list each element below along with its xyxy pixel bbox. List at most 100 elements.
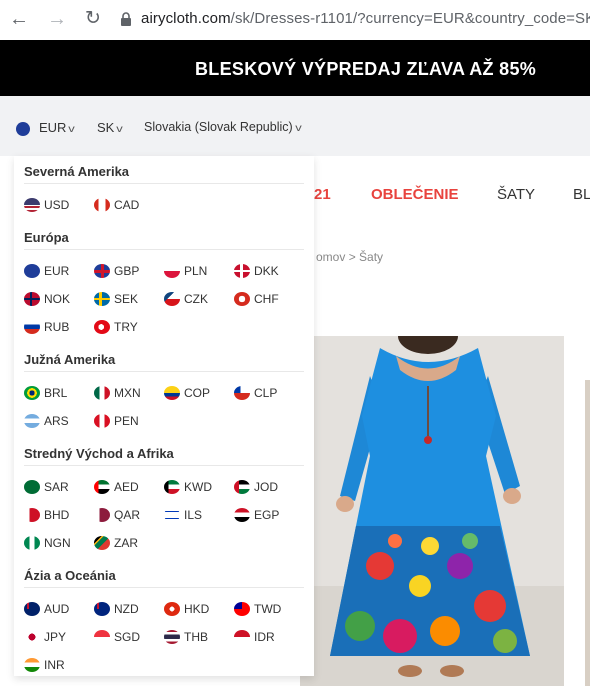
jo-flag-icon bbox=[234, 480, 250, 494]
currency-option-rub[interactable]: RUB bbox=[24, 318, 69, 336]
nav-item-partial[interactable]: 21 bbox=[314, 186, 331, 203]
za-flag-icon bbox=[94, 536, 110, 550]
currency-option-usd[interactable]: USD bbox=[24, 196, 69, 214]
breadcrumb-home[interactable]: omov bbox=[316, 250, 345, 264]
currency-code: IDR bbox=[254, 630, 275, 644]
currency-code: EGP bbox=[254, 508, 280, 522]
currency-selector[interactable]: EUR v bbox=[39, 120, 76, 135]
currency-option-ils[interactable]: ILS bbox=[164, 506, 202, 524]
product-image-edge[interactable] bbox=[585, 380, 590, 686]
promo-banner[interactable]: BLESKOVÝ VÝPREDAJ ZĽAVA AŽ 85% bbox=[0, 40, 590, 96]
currency-dropdown: Severná Amerika USD CAD Európa EUR GBP PLN DKK N… bbox=[14, 156, 314, 676]
ca-flag-icon bbox=[94, 198, 110, 212]
il-flag-icon bbox=[164, 508, 180, 522]
currency-option-kwd[interactable]: KWD bbox=[164, 478, 212, 496]
currency-option-nok[interactable]: NOK bbox=[24, 290, 70, 308]
currency-option-jpy[interactable]: JPY bbox=[24, 628, 66, 646]
country-selector-label: Slovakia (Slovak Republic) bbox=[144, 120, 293, 134]
hk-flag-icon bbox=[164, 602, 180, 616]
currency-option-czk[interactable]: CZK bbox=[164, 290, 208, 308]
currency-code: HKD bbox=[184, 602, 210, 616]
cz-flag-icon bbox=[164, 292, 180, 306]
nav-item-clothing[interactable]: OBLEČENIE bbox=[371, 186, 459, 203]
gb-flag-icon bbox=[94, 264, 110, 278]
chevron-down-icon: v bbox=[294, 123, 302, 134]
region-heading: Severná Amerika bbox=[24, 164, 130, 179]
currency-option-bhd[interactable]: BHD bbox=[24, 506, 69, 524]
currency-option-clp[interactable]: CLP bbox=[234, 384, 277, 402]
currency-option-try[interactable]: TRY bbox=[94, 318, 138, 336]
region-divider bbox=[24, 183, 304, 184]
url-domain: airycloth.com bbox=[141, 10, 231, 27]
ng-flag-icon bbox=[24, 536, 40, 550]
currency-option-aud[interactable]: AUD bbox=[24, 600, 69, 618]
region-divider bbox=[24, 371, 304, 372]
currency-option-cop[interactable]: COP bbox=[164, 384, 210, 402]
currency-option-hkd[interactable]: HKD bbox=[164, 600, 209, 618]
language-selector[interactable]: SK v bbox=[97, 120, 124, 135]
nav-item-partial-bl[interactable]: BL bbox=[573, 186, 590, 203]
chevron-down-icon: v bbox=[116, 124, 124, 135]
currency-option-pln[interactable]: PLN bbox=[164, 262, 207, 280]
currency-option-thb[interactable]: THB bbox=[164, 628, 208, 646]
url-path: /sk/Dresses-r1101/?currency=EUR&country_… bbox=[230, 10, 590, 27]
currency-code: NZD bbox=[114, 602, 139, 616]
currency-option-mxn[interactable]: MXN bbox=[94, 384, 141, 402]
currency-code: KWD bbox=[184, 480, 212, 494]
chevron-down-icon: v bbox=[68, 124, 76, 135]
no-flag-icon bbox=[24, 292, 40, 306]
back-icon[interactable]: ← bbox=[8, 8, 30, 30]
currency-code: USD bbox=[44, 198, 70, 212]
currency-code: AED bbox=[114, 480, 139, 494]
currency-code: ZAR bbox=[114, 536, 138, 550]
currency-option-brl[interactable]: BRL bbox=[24, 384, 67, 402]
currency-option-egp[interactable]: EGP bbox=[234, 506, 279, 524]
qa-flag-icon bbox=[94, 508, 110, 522]
currency-code: COP bbox=[184, 386, 211, 400]
currency-code: SAR bbox=[44, 480, 69, 494]
dress-illustration bbox=[300, 336, 564, 686]
currency-option-chf[interactable]: CHF bbox=[234, 290, 279, 308]
address-bar[interactable]: airycloth.com/sk/Dresses-r1101/?currency… bbox=[141, 10, 590, 27]
currency-option-aed[interactable]: AED bbox=[94, 478, 139, 496]
cl-flag-icon bbox=[234, 386, 250, 400]
currency-option-dkk[interactable]: DKK bbox=[234, 262, 279, 280]
currency-option-cad[interactable]: CAD bbox=[94, 196, 139, 214]
currency-selector-label: EUR bbox=[39, 120, 67, 135]
currency-option-sar[interactable]: SAR bbox=[24, 478, 69, 496]
currency-option-twd[interactable]: TWD bbox=[234, 600, 281, 618]
locale-bar: EUR v SK v Slovakia (Slovak Republic) v bbox=[0, 96, 590, 156]
in-flag-icon bbox=[24, 658, 40, 672]
jp-flag-icon bbox=[24, 630, 40, 644]
currency-code: CHF bbox=[254, 292, 279, 306]
currency-code: JPY bbox=[44, 630, 67, 644]
country-selector[interactable]: Slovakia (Slovak Republic) v bbox=[144, 120, 301, 134]
ae-flag-icon bbox=[94, 480, 110, 494]
currency-option-gbp[interactable]: GBP bbox=[94, 262, 139, 280]
currency-option-ngn[interactable]: NGN bbox=[24, 534, 71, 552]
forward-icon[interactable]: → bbox=[46, 8, 68, 30]
eu-flag-icon bbox=[24, 264, 40, 278]
currency-option-inr[interactable]: INR bbox=[24, 656, 65, 674]
currency-code: MXN bbox=[114, 386, 141, 400]
currency-option-ars[interactable]: ARS bbox=[24, 412, 69, 430]
sg-flag-icon bbox=[94, 630, 110, 644]
th-flag-icon bbox=[164, 630, 180, 644]
currency-option-jod[interactable]: JOD bbox=[234, 478, 278, 496]
ar-flag-icon bbox=[24, 414, 40, 428]
nav-item-dresses[interactable]: ŠATY bbox=[497, 186, 535, 203]
currency-option-pen[interactable]: PEN bbox=[94, 412, 139, 430]
currency-option-sek[interactable]: SEK bbox=[94, 290, 138, 308]
currency-option-qar[interactable]: QAR bbox=[94, 506, 140, 524]
reload-icon[interactable]: ↻ bbox=[82, 8, 104, 30]
currency-option-eur[interactable]: EUR bbox=[24, 262, 69, 280]
currency-option-idr[interactable]: IDR bbox=[234, 628, 275, 646]
currency-option-zar[interactable]: ZAR bbox=[94, 534, 138, 552]
currency-code: BHD bbox=[44, 508, 70, 522]
currency-option-sgd[interactable]: SGD bbox=[94, 628, 140, 646]
browser-toolbar: ← → ↻ airycloth.com/sk/Dresses-r1101/?cu… bbox=[0, 0, 590, 41]
currency-option-nzd[interactable]: NZD bbox=[94, 600, 139, 618]
au-flag-icon bbox=[24, 602, 40, 616]
currency-code: QAR bbox=[114, 508, 141, 522]
product-image[interactable] bbox=[300, 336, 564, 686]
